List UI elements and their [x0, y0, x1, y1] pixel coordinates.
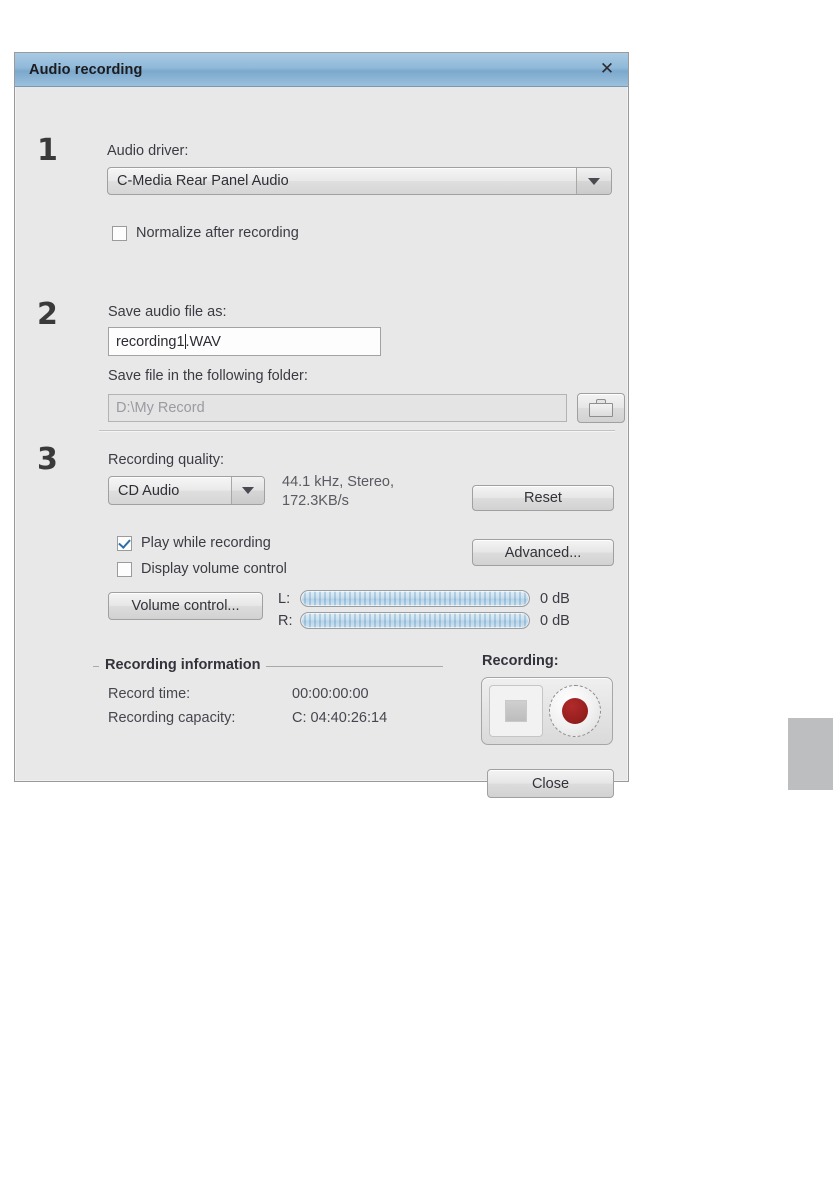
display-volume-control-label: Display volume control — [141, 561, 287, 577]
checkbox-box — [112, 225, 127, 241]
checkbox-box — [117, 561, 132, 577]
dialog-title: Audio recording — [29, 61, 143, 78]
meter-left-label: L: — [278, 590, 291, 607]
normalize-label: Normalize after recording — [136, 225, 299, 241]
record-time-label: Record time: — [108, 686, 191, 702]
dialog-titlebar: Audio recording ✕ — [15, 53, 628, 87]
meter-left-bar — [300, 590, 530, 607]
step-number-2: 2 — [37, 297, 58, 332]
normalize-after-recording-checkbox[interactable]: Normalize after recording — [112, 225, 299, 241]
play-while-recording-label: Play while recording — [141, 535, 271, 551]
close-button[interactable]: Close — [487, 769, 614, 798]
recording-capacity-value: C: 04:40:26:14 — [292, 710, 388, 726]
dialog-body: 1 Audio driver: C-Media Rear Panel Audio… — [15, 87, 628, 798]
quality-info-line-2: 172.3KB/s — [282, 493, 349, 509]
play-while-recording-checkbox[interactable]: Play while recording — [117, 535, 271, 551]
advanced-button[interactable]: Advanced... — [472, 539, 614, 566]
folder-label: Save file in the following folder: — [108, 368, 308, 384]
meter-row-right: R: 0 dB — [278, 612, 570, 629]
stop-button[interactable] — [489, 685, 543, 737]
record-circle-icon — [562, 698, 588, 724]
filename-input[interactable]: recording1 .WAV — [108, 327, 381, 356]
meter-left-value: 0 dB — [540, 590, 570, 607]
right-edge-panel — [788, 718, 833, 790]
folder-path-input[interactable]: D:\My Record — [108, 394, 567, 422]
record-time-value: 00:00:00:00 — [292, 686, 369, 702]
volume-control-button[interactable]: Volume control... — [108, 592, 263, 620]
chevron-down-icon[interactable] — [576, 168, 611, 194]
checkbox-box — [117, 535, 132, 551]
recording-quality-combobox[interactable]: CD Audio — [108, 476, 265, 505]
quality-info-line-1: 44.1 kHz, Stereo, — [282, 474, 395, 490]
display-volume-control-checkbox[interactable]: Display volume control — [117, 561, 287, 577]
save-audio-file-as-label: Save audio file as: — [108, 304, 227, 320]
recording-capacity-label: Recording capacity: — [108, 710, 236, 726]
recording-information-title: Recording information — [99, 657, 267, 673]
browse-folder-button[interactable] — [577, 393, 625, 423]
recording-heading: Recording: — [482, 653, 559, 669]
meter-right-bar — [300, 612, 530, 629]
audio-driver-combobox[interactable]: C-Media Rear Panel Audio — [107, 167, 612, 195]
meter-row-left: L: 0 dB — [278, 590, 570, 607]
audio-driver-label: Audio driver: — [107, 143, 189, 159]
folder-icon — [589, 399, 613, 417]
stop-square-icon — [505, 700, 527, 722]
reset-button[interactable]: Reset — [472, 485, 614, 511]
audio-driver-value: C-Media Rear Panel Audio — [117, 173, 289, 189]
audio-recording-dialog: Audio recording ✕ 1 Audio driver: C-Medi… — [14, 52, 629, 798]
section-divider — [99, 430, 615, 432]
transport-panel — [481, 677, 613, 745]
meter-right-value: 0 dB — [540, 612, 570, 629]
chevron-down-icon[interactable] — [231, 477, 264, 504]
filename-text-before-caret: recording1 — [116, 333, 185, 350]
quality-info: 44.1 kHz, Stereo, 172.3KB/s — [282, 473, 394, 511]
filename-text-after-caret: .WAV — [185, 333, 221, 350]
close-icon[interactable]: ✕ — [594, 57, 620, 83]
folder-path-value: D:\My Record — [116, 400, 205, 416]
meter-right-label: R: — [278, 612, 293, 629]
record-button[interactable] — [549, 685, 601, 737]
recording-quality-label: Recording quality: — [108, 452, 225, 468]
recording-quality-value: CD Audio — [118, 482, 180, 499]
step-number-1: 1 — [37, 133, 58, 168]
step-number-3: 3 — [37, 442, 58, 477]
